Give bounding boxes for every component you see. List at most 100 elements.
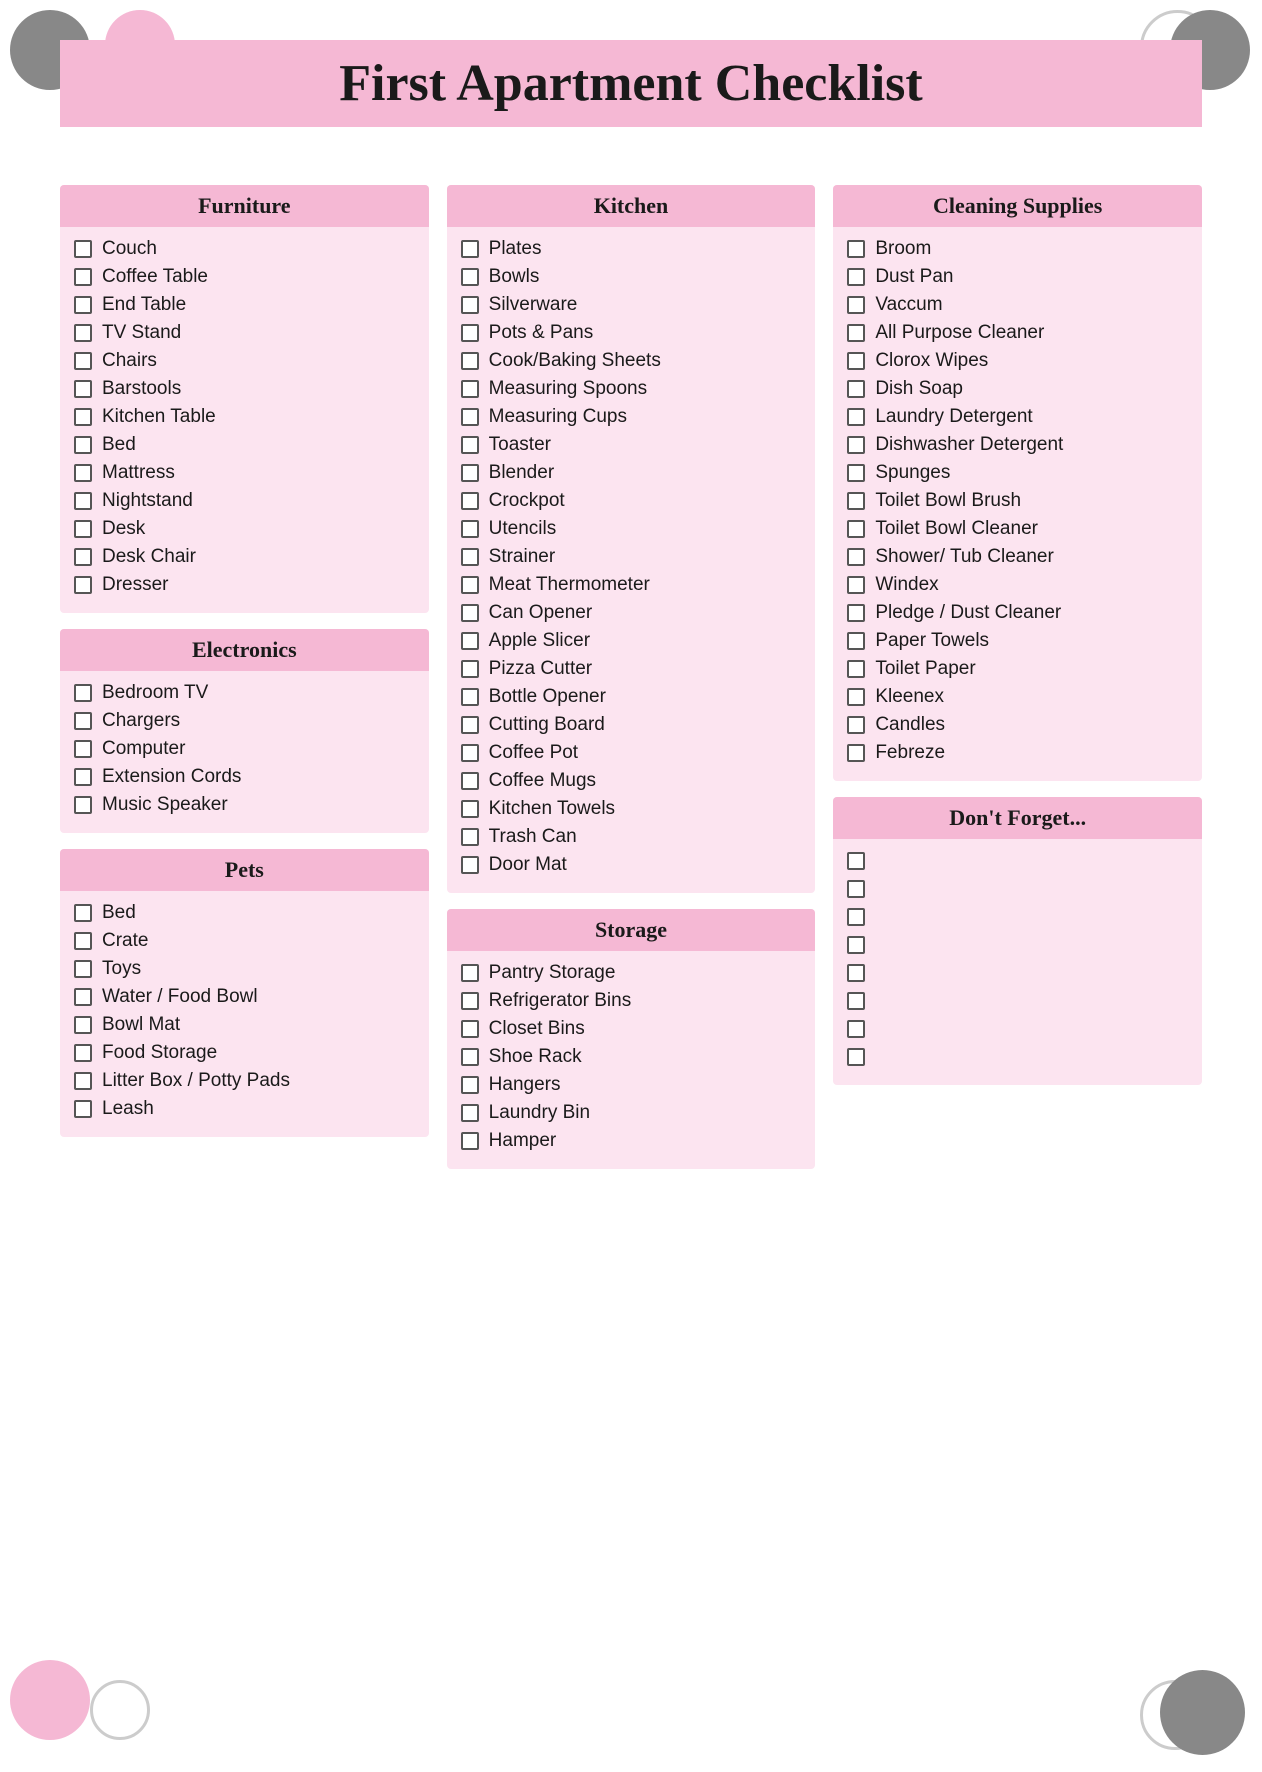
list-item[interactable]: Couch: [74, 235, 415, 263]
checkbox[interactable]: [74, 712, 92, 730]
checkbox[interactable]: [74, 492, 92, 510]
checkbox[interactable]: [847, 520, 865, 538]
checkbox[interactable]: [74, 1016, 92, 1034]
checkbox[interactable]: [847, 408, 865, 426]
checkbox[interactable]: [461, 828, 479, 846]
checkbox[interactable]: [461, 716, 479, 734]
checkbox[interactable]: [74, 1100, 92, 1118]
list-item[interactable]: Dishwasher Detergent: [847, 431, 1188, 459]
list-item[interactable]: [847, 931, 1188, 959]
list-item[interactable]: Nightstand: [74, 487, 415, 515]
list-item[interactable]: Dish Soap: [847, 375, 1188, 403]
list-item[interactable]: Meat Thermometer: [461, 571, 802, 599]
list-item[interactable]: Toilet Bowl Brush: [847, 487, 1188, 515]
list-item[interactable]: Toys: [74, 955, 415, 983]
checkbox[interactable]: [74, 1072, 92, 1090]
list-item[interactable]: Bottle Opener: [461, 683, 802, 711]
checkbox[interactable]: [461, 992, 479, 1010]
list-item[interactable]: Bowl Mat: [74, 1011, 415, 1039]
list-item[interactable]: Blender: [461, 459, 802, 487]
checkbox[interactable]: [461, 1020, 479, 1038]
checkbox[interactable]: [847, 964, 865, 982]
list-item[interactable]: [847, 1043, 1188, 1071]
list-item[interactable]: End Table: [74, 291, 415, 319]
list-item[interactable]: Coffee Table: [74, 263, 415, 291]
checkbox[interactable]: [461, 436, 479, 454]
checkbox[interactable]: [847, 296, 865, 314]
list-item[interactable]: Utencils: [461, 515, 802, 543]
checkbox[interactable]: [74, 296, 92, 314]
checkbox[interactable]: [847, 240, 865, 258]
list-item[interactable]: Dresser: [74, 571, 415, 599]
list-item[interactable]: Desk Chair: [74, 543, 415, 571]
list-item[interactable]: Litter Box / Potty Pads: [74, 1067, 415, 1095]
list-item[interactable]: Toilet Paper: [847, 655, 1188, 683]
list-item[interactable]: [847, 959, 1188, 987]
checkbox[interactable]: [847, 604, 865, 622]
checkbox[interactable]: [461, 492, 479, 510]
checkbox[interactable]: [461, 380, 479, 398]
checkbox[interactable]: [74, 1044, 92, 1062]
checkbox[interactable]: [74, 796, 92, 814]
checkbox[interactable]: [847, 660, 865, 678]
list-item[interactable]: Apple Slicer: [461, 627, 802, 655]
checkbox[interactable]: [461, 856, 479, 874]
list-item[interactable]: Kitchen Towels: [461, 795, 802, 823]
checkbox[interactable]: [461, 240, 479, 258]
checkbox[interactable]: [847, 744, 865, 762]
checkbox[interactable]: [847, 716, 865, 734]
checkbox[interactable]: [461, 660, 479, 678]
list-item[interactable]: Laundry Bin: [461, 1099, 802, 1127]
checkbox[interactable]: [847, 852, 865, 870]
list-item[interactable]: Toaster: [461, 431, 802, 459]
checkbox[interactable]: [461, 744, 479, 762]
list-item[interactable]: Bowls: [461, 263, 802, 291]
checkbox[interactable]: [461, 464, 479, 482]
checkbox[interactable]: [74, 576, 92, 594]
list-item[interactable]: Measuring Spoons: [461, 375, 802, 403]
checkbox[interactable]: [847, 464, 865, 482]
checkbox[interactable]: [74, 520, 92, 538]
checkbox[interactable]: [74, 268, 92, 286]
list-item[interactable]: Toilet Bowl Cleaner: [847, 515, 1188, 543]
list-item[interactable]: Broom: [847, 235, 1188, 263]
checkbox[interactable]: [74, 380, 92, 398]
list-item[interactable]: Trash Can: [461, 823, 802, 851]
checkbox[interactable]: [74, 960, 92, 978]
checkbox[interactable]: [847, 688, 865, 706]
list-item[interactable]: Shower/ Tub Cleaner: [847, 543, 1188, 571]
list-item[interactable]: Kleenex: [847, 683, 1188, 711]
list-item[interactable]: Coffee Mugs: [461, 767, 802, 795]
checkbox[interactable]: [461, 1132, 479, 1150]
list-item[interactable]: Food Storage: [74, 1039, 415, 1067]
list-item[interactable]: Pledge / Dust Cleaner: [847, 599, 1188, 627]
checkbox[interactable]: [847, 992, 865, 1010]
list-item[interactable]: Windex: [847, 571, 1188, 599]
checkbox[interactable]: [74, 684, 92, 702]
checkbox[interactable]: [74, 904, 92, 922]
checkbox[interactable]: [74, 740, 92, 758]
checkbox[interactable]: [461, 548, 479, 566]
checkbox[interactable]: [461, 520, 479, 538]
list-item[interactable]: Barstools: [74, 375, 415, 403]
list-item[interactable]: Can Opener: [461, 599, 802, 627]
checkbox[interactable]: [461, 268, 479, 286]
checkbox[interactable]: [461, 296, 479, 314]
checkbox[interactable]: [847, 324, 865, 342]
checkbox[interactable]: [461, 800, 479, 818]
list-item[interactable]: Leash: [74, 1095, 415, 1123]
list-item[interactable]: Bed: [74, 899, 415, 927]
list-item[interactable]: Febreze: [847, 739, 1188, 767]
list-item[interactable]: [847, 1015, 1188, 1043]
checkbox[interactable]: [74, 768, 92, 786]
checkbox[interactable]: [74, 436, 92, 454]
list-item[interactable]: Water / Food Bowl: [74, 983, 415, 1011]
list-item[interactable]: Music Speaker: [74, 791, 415, 819]
list-item[interactable]: Vaccum: [847, 291, 1188, 319]
checkbox[interactable]: [847, 1048, 865, 1066]
checkbox[interactable]: [461, 604, 479, 622]
checkbox[interactable]: [847, 1020, 865, 1038]
list-item[interactable]: Laundry Detergent: [847, 403, 1188, 431]
checkbox[interactable]: [847, 880, 865, 898]
list-item[interactable]: Cutting Board: [461, 711, 802, 739]
